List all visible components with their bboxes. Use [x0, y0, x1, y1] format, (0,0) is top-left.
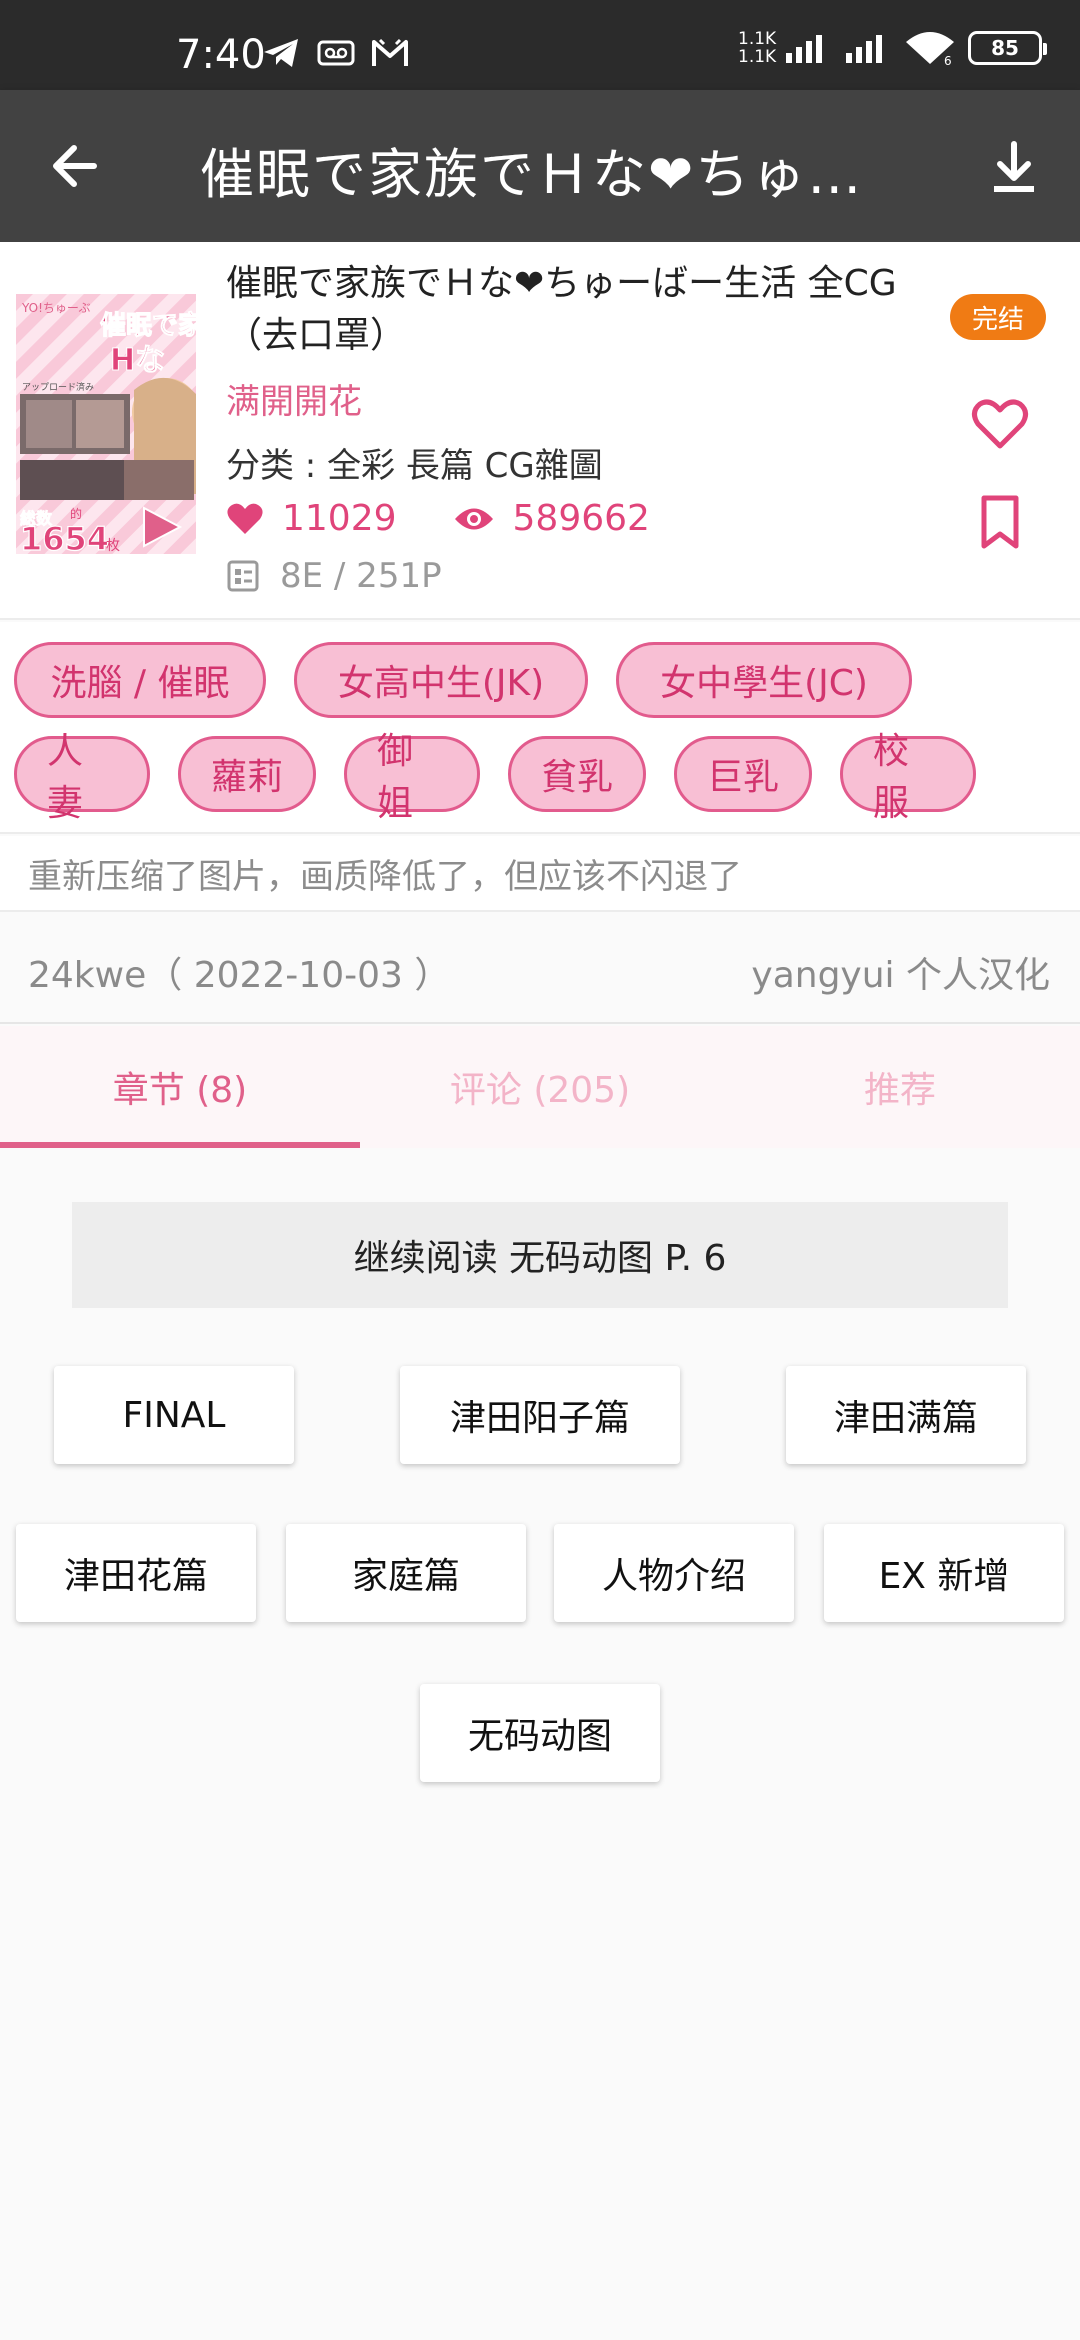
page-info: 8E / 251P	[226, 556, 442, 596]
book-author[interactable]: 满開開花	[226, 374, 362, 423]
status-time: 7:40	[176, 32, 266, 78]
back-arrow-icon[interactable]	[44, 134, 108, 198]
eye-icon	[454, 508, 493, 529]
mail-icon	[372, 38, 408, 66]
tab-indicator	[0, 1142, 360, 1148]
app-bar: 催眠で家族でＨな❤ちゅーばー生活 全CG（去口罩）	[0, 90, 1080, 242]
chapter-button[interactable]: 津田花篇	[16, 1524, 256, 1622]
download-icon[interactable]	[982, 136, 1046, 200]
tab-comments[interactable]: 评论 (205)	[360, 1026, 720, 1148]
tab-bar: 章节 (8) 评论 (205) 推荐	[0, 1026, 1080, 1148]
network-speed: 1.1K 1.1K	[738, 29, 777, 67]
likes-count: 11029	[282, 498, 397, 539]
notification-icons	[262, 36, 410, 70]
system-icons: 1.1K 1.1K 6 85	[738, 29, 1047, 67]
signal-icon-2	[846, 35, 882, 63]
cover-brand: YO!ちゅーぶ	[21, 301, 90, 315]
cover-image[interactable]: YO!ちゅーぶ 催眠で家 Hな アップロード済み 総数 的 1654 枚	[16, 294, 196, 554]
completion-badge: 完结	[950, 294, 1047, 340]
chapter-button[interactable]: 津田满篇	[786, 1366, 1026, 1464]
tag-chip[interactable]: 女中學生(JC)	[616, 642, 912, 718]
tag-chip[interactable]: 校服	[840, 731, 976, 824]
book-title: 催眠で家族でＨな❤ちゅーばー生活 全CG（去口罩）	[226, 263, 897, 356]
continue-reading-button[interactable]: 继续阅读 无码动图 P. 6	[72, 1202, 1008, 1308]
telegram-icon	[264, 39, 298, 67]
status-bar: 7:40 1.1K 1.1K 6 85	[0, 0, 1080, 90]
cover-count: 1654	[20, 520, 109, 554]
translator-info: yangyui 个人汉化	[751, 955, 1050, 996]
favorite-heart-icon[interactable]	[968, 392, 1032, 456]
book-stats: 11029 589662	[226, 498, 706, 539]
cover-title-main: 催眠で家	[100, 310, 196, 341]
net-down-speed: 1.1K	[738, 47, 777, 67]
tag-chip[interactable]: 巨乳	[674, 736, 812, 812]
views-stat: 589662	[453, 498, 650, 539]
app-title: 催眠で家族でＨな❤ちゅーばー生活 全CG（去口罩）	[200, 143, 880, 206]
cover-upload-text: アップロード済み	[22, 381, 94, 393]
tag-chip[interactable]: 女高中生(JK)	[294, 642, 588, 718]
uploader-info[interactable]: 24kwe（ 2022-10-03 ）	[28, 946, 450, 998]
tag-chip[interactable]: 洗腦 / 催眠	[14, 642, 266, 718]
uploader-row: 24kwe（ 2022-10-03 ） yangyui 个人汉化	[0, 914, 1080, 1024]
cover-count-suffix: 枚	[106, 538, 120, 554]
tag-chip[interactable]: 御姐	[344, 731, 480, 824]
voicemail-icon	[317, 40, 355, 66]
battery-level: 85	[991, 36, 1019, 60]
signal-icon	[786, 35, 822, 63]
tag-chip[interactable]: 蘿莉	[178, 736, 316, 812]
views-count: 589662	[512, 498, 650, 539]
page-count: 8E / 251P	[280, 556, 442, 596]
net-up-speed: 1.1K	[738, 29, 777, 49]
tab-chapters[interactable]: 章节 (8)	[0, 1026, 360, 1148]
tag-chip[interactable]: 人妻	[14, 731, 150, 824]
heart-icon	[227, 503, 263, 534]
chapter-button[interactable]: 人物介绍	[554, 1524, 794, 1622]
book-category: 分类 : 全彩 長篇 CG雜圖	[226, 446, 603, 486]
svg-text:6: 6	[944, 54, 952, 66]
bookmark-icon[interactable]	[968, 490, 1032, 554]
cover-title-sub: Hな	[110, 343, 165, 378]
tab-recommend[interactable]: 推荐	[720, 1026, 1080, 1148]
wifi-icon: 6	[906, 32, 954, 66]
book-info-card: YO!ちゅーぶ 催眠で家 Hな アップロード済み 総数 的 1654 枚 催眠で…	[0, 242, 1080, 620]
chapter-button[interactable]: EX 新增	[824, 1524, 1064, 1622]
chapter-button[interactable]: 家庭篇	[286, 1524, 526, 1622]
document-icon	[227, 560, 259, 592]
cover-count-unit: 的	[70, 506, 82, 521]
chapter-button[interactable]: FINAL	[54, 1366, 294, 1464]
chapter-button[interactable]: 津田阳子篇	[400, 1366, 680, 1464]
tag-list: 洗腦 / 催眠 女高中生(JK) 女中學生(JC) 人妻 蘿莉 御姐 貧乳 巨乳…	[0, 622, 1080, 834]
chapter-button[interactable]: 无码动图	[420, 1684, 660, 1782]
tag-chip[interactable]: 貧乳	[508, 736, 646, 812]
battery-indicator: 85	[968, 31, 1047, 65]
likes-stat: 11029	[226, 498, 397, 539]
description-note: 重新压缩了图片，画质降低了，但应该不闪退了	[0, 836, 1080, 912]
